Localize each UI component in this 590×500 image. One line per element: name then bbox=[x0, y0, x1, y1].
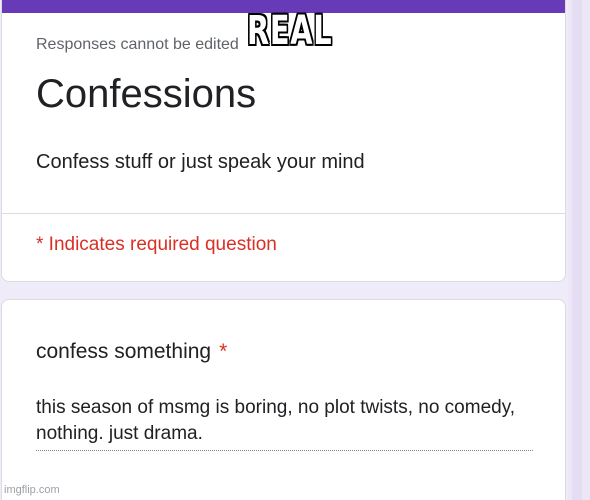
watermark: imgflip.com bbox=[4, 484, 60, 496]
question-label: confess something bbox=[36, 340, 212, 363]
scrollbar-track[interactable] bbox=[572, 0, 582, 500]
answer-underline bbox=[36, 450, 533, 451]
divider bbox=[2, 213, 565, 214]
required-asterisk: * bbox=[219, 340, 228, 363]
meme-caption: REAL bbox=[247, 8, 333, 54]
form-title: Confessions bbox=[36, 72, 257, 116]
required-note: * Indicates required question bbox=[36, 234, 277, 255]
question-title: confess something * bbox=[36, 340, 227, 364]
question-card: confess something * this season of msmg i… bbox=[1, 299, 566, 500]
responses-notice: Responses cannot be edited bbox=[36, 36, 239, 53]
answer-field[interactable]: this season of msmg is boring, no plot t… bbox=[36, 395, 533, 447]
form-description: Confess stuff or just speak your mind bbox=[36, 151, 365, 173]
